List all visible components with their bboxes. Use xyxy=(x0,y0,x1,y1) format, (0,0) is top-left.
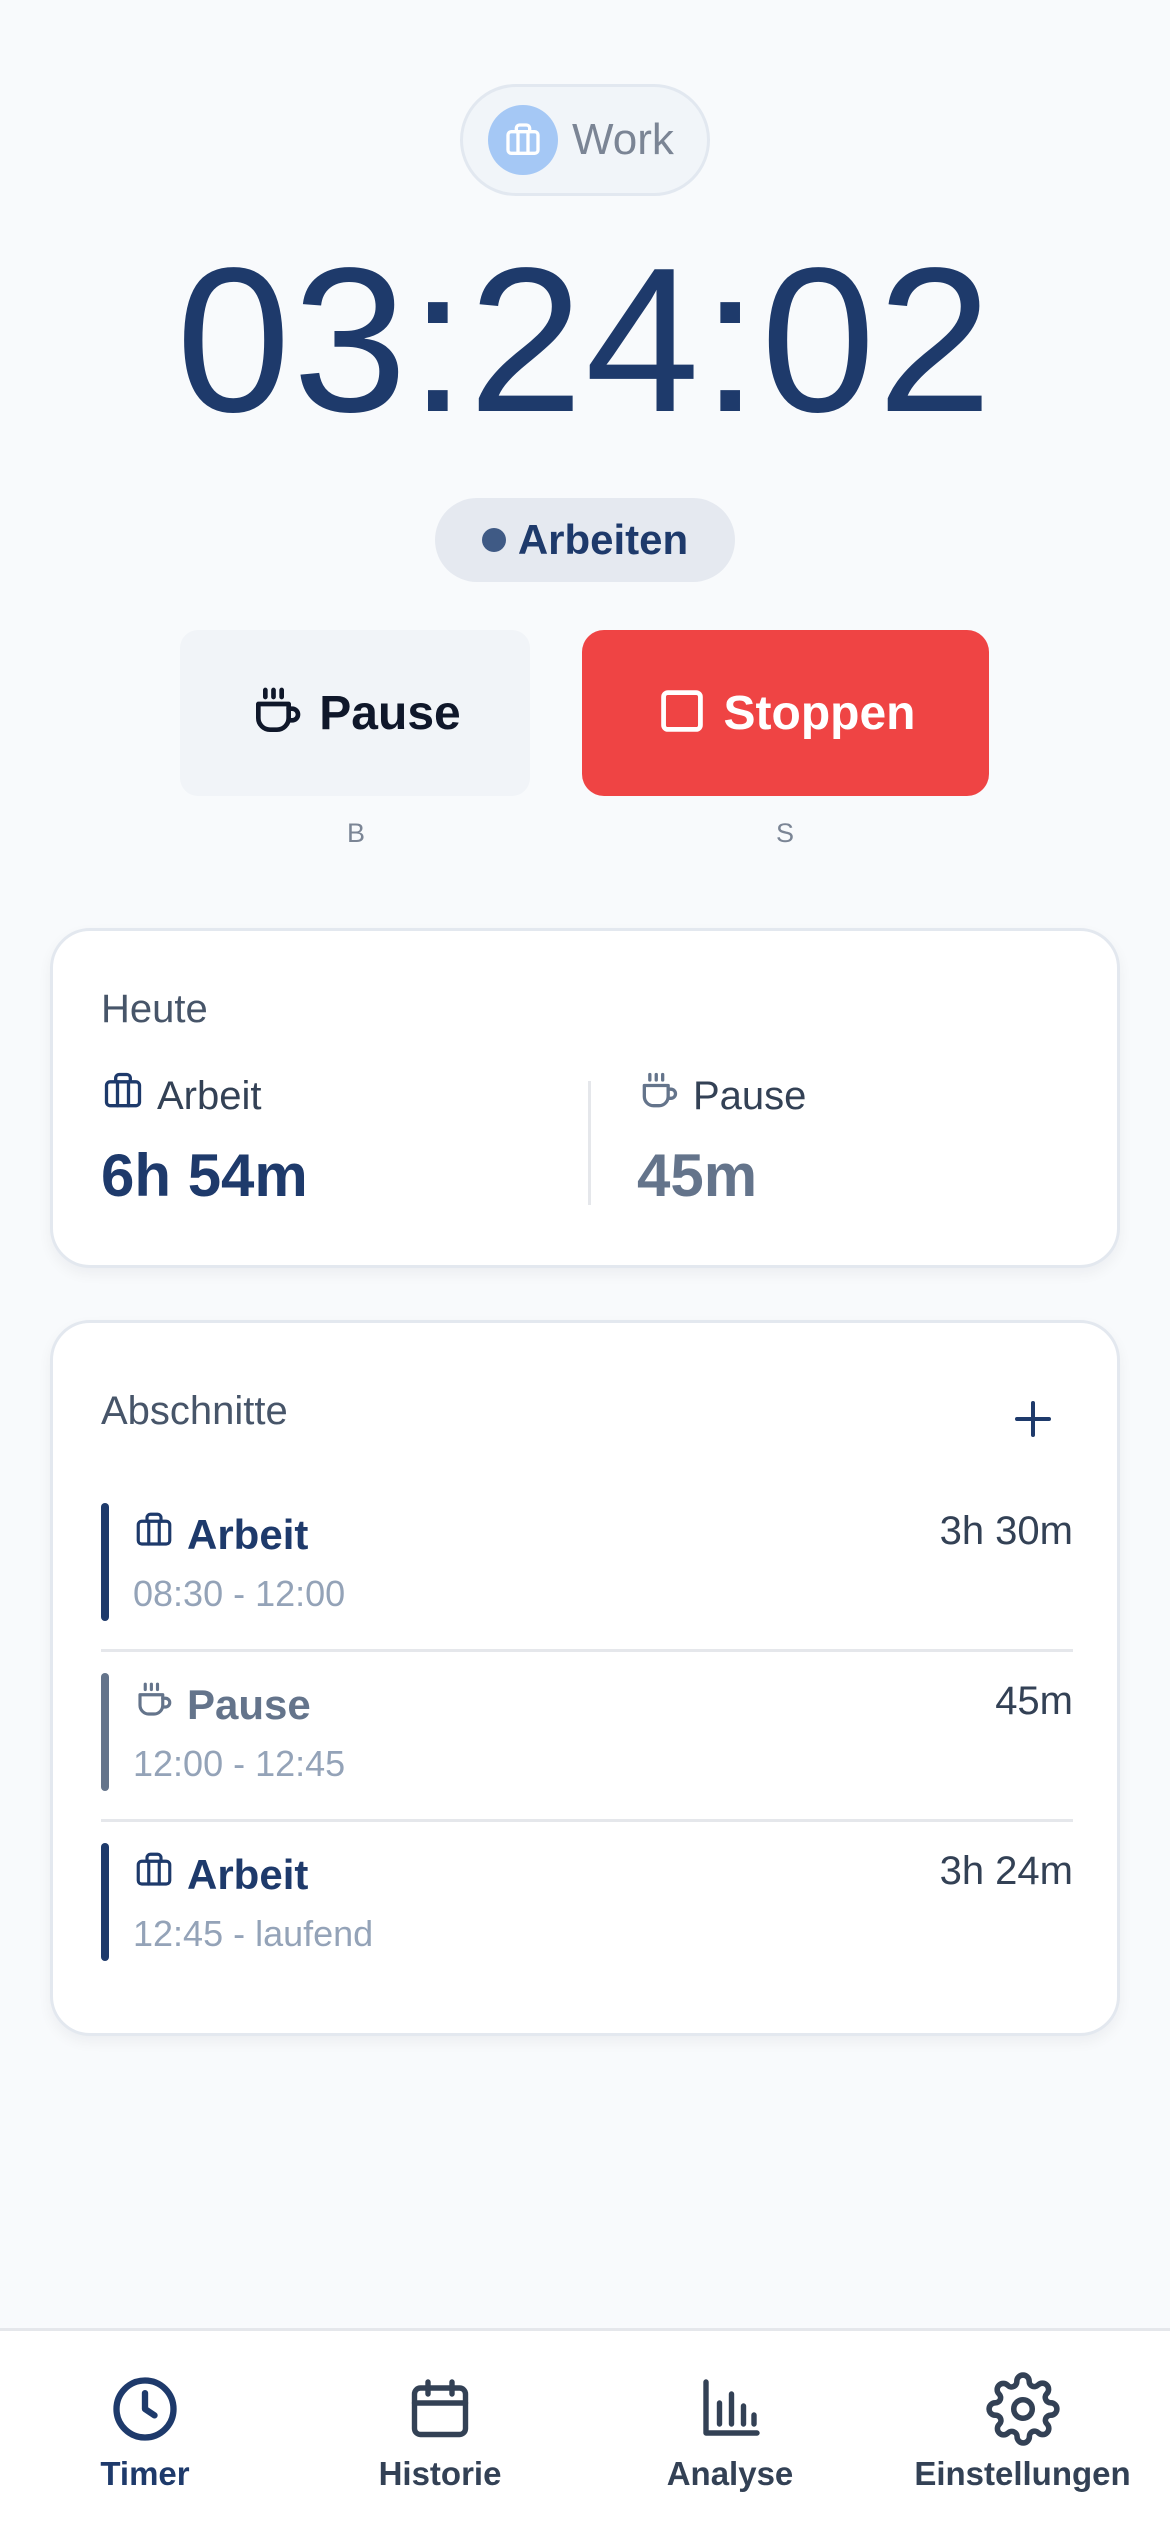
segment-bar xyxy=(101,1673,109,1791)
segment-duration: 3h 24m xyxy=(939,1849,1073,1893)
stat-divider xyxy=(588,1081,591,1205)
nav-label-analyse: Analyse xyxy=(666,2455,794,2492)
timer-screen: Work 03:24:02 Arbeiten Pause B Stoppen S… xyxy=(0,0,1170,2532)
segment-duration: 3h 30m xyxy=(939,1509,1073,1553)
work-stat-label: Arbeit xyxy=(101,1069,262,1123)
segment-duration: 45m xyxy=(995,1679,1073,1723)
briefcase-icon xyxy=(101,1069,157,1123)
elapsed-timer: 03:24:02 xyxy=(176,225,994,455)
nav-item-einstellungen[interactable]: Einstellungen xyxy=(900,2331,1145,2532)
nav-item-timer[interactable]: Timer xyxy=(60,2331,230,2532)
segment-time: 12:00 - 12:45 xyxy=(133,1743,346,1784)
sections-title: Abschnitte xyxy=(101,1389,288,1433)
stop-square-icon xyxy=(656,685,708,742)
status-badge: Arbeiten xyxy=(435,498,735,582)
stop-shortcut-hint: S xyxy=(776,818,795,848)
segment-type: Arbeit xyxy=(187,1511,309,1558)
stop-button[interactable]: Stoppen xyxy=(582,630,989,796)
segment-time: 12:45 - laufend xyxy=(133,1913,374,1954)
pause-total: 45m xyxy=(637,1142,758,1209)
briefcase-icon xyxy=(133,1849,187,1901)
coffee-icon xyxy=(637,1069,693,1123)
plus-icon xyxy=(1009,1395,1057,1448)
pause-shortcut-hint: B xyxy=(347,818,366,848)
today-title: Heute xyxy=(101,987,208,1031)
segment-bar xyxy=(101,1843,109,1961)
coffee-icon xyxy=(249,683,305,744)
list-item[interactable]: Arbeit 12:45 - laufend 3h 24m xyxy=(101,1843,1073,1993)
nav-label-timer: Timer xyxy=(100,2455,190,2492)
nav-label-einstellungen: Einstellungen xyxy=(914,2455,1131,2492)
bar-chart-icon xyxy=(694,2371,766,2447)
stop-button-label: Stoppen xyxy=(723,686,916,740)
calendar-icon xyxy=(404,2371,476,2447)
pause-button[interactable]: Pause xyxy=(180,630,530,796)
work-label: Arbeit xyxy=(157,1073,262,1118)
coffee-icon xyxy=(133,1679,187,1731)
pause-label: Pause xyxy=(693,1073,807,1118)
segment-title: Arbeit xyxy=(133,1849,308,1901)
project-name: Work xyxy=(572,115,674,164)
segment-title: Arbeit xyxy=(133,1509,308,1561)
nav-item-analyse[interactable]: Analyse xyxy=(640,2331,820,2532)
briefcase-icon xyxy=(488,105,558,175)
briefcase-icon xyxy=(133,1509,187,1561)
gear-icon xyxy=(985,2371,1060,2447)
pause-stat-label: Pause xyxy=(637,1069,806,1123)
status-label: Arbeiten xyxy=(517,516,689,563)
add-section-button[interactable] xyxy=(1003,1391,1063,1451)
status-dot xyxy=(481,528,506,552)
row-divider xyxy=(101,1819,1073,1822)
segment-type: Pause xyxy=(187,1681,311,1728)
sections-card: Abschnitte Arbeit 08:30 - 12:00 3h 30m P… xyxy=(50,1320,1120,2036)
clock-icon xyxy=(107,2371,183,2447)
pause-button-label: Pause xyxy=(319,686,461,740)
nav-label-historie: Historie xyxy=(378,2455,502,2492)
list-item[interactable]: Pause 12:00 - 12:45 45m xyxy=(101,1673,1073,1823)
row-divider xyxy=(101,1649,1073,1652)
nav-item-historie[interactable]: Historie xyxy=(350,2331,530,2532)
segment-type: Arbeit xyxy=(187,1851,309,1898)
segment-time: 08:30 - 12:00 xyxy=(133,1573,346,1614)
project-chip[interactable]: Work xyxy=(460,84,710,196)
work-total: 6h 54m xyxy=(101,1142,308,1209)
list-item[interactable]: Arbeit 08:30 - 12:00 3h 30m xyxy=(101,1503,1073,1653)
segment-bar xyxy=(101,1503,109,1621)
bottom-navigation: Timer Historie Analyse Einstellungen xyxy=(0,2328,1170,2532)
segment-title: Pause xyxy=(133,1679,311,1731)
today-summary-card: Heute Arbeit 6h 54m Pause 45m xyxy=(50,928,1120,1268)
